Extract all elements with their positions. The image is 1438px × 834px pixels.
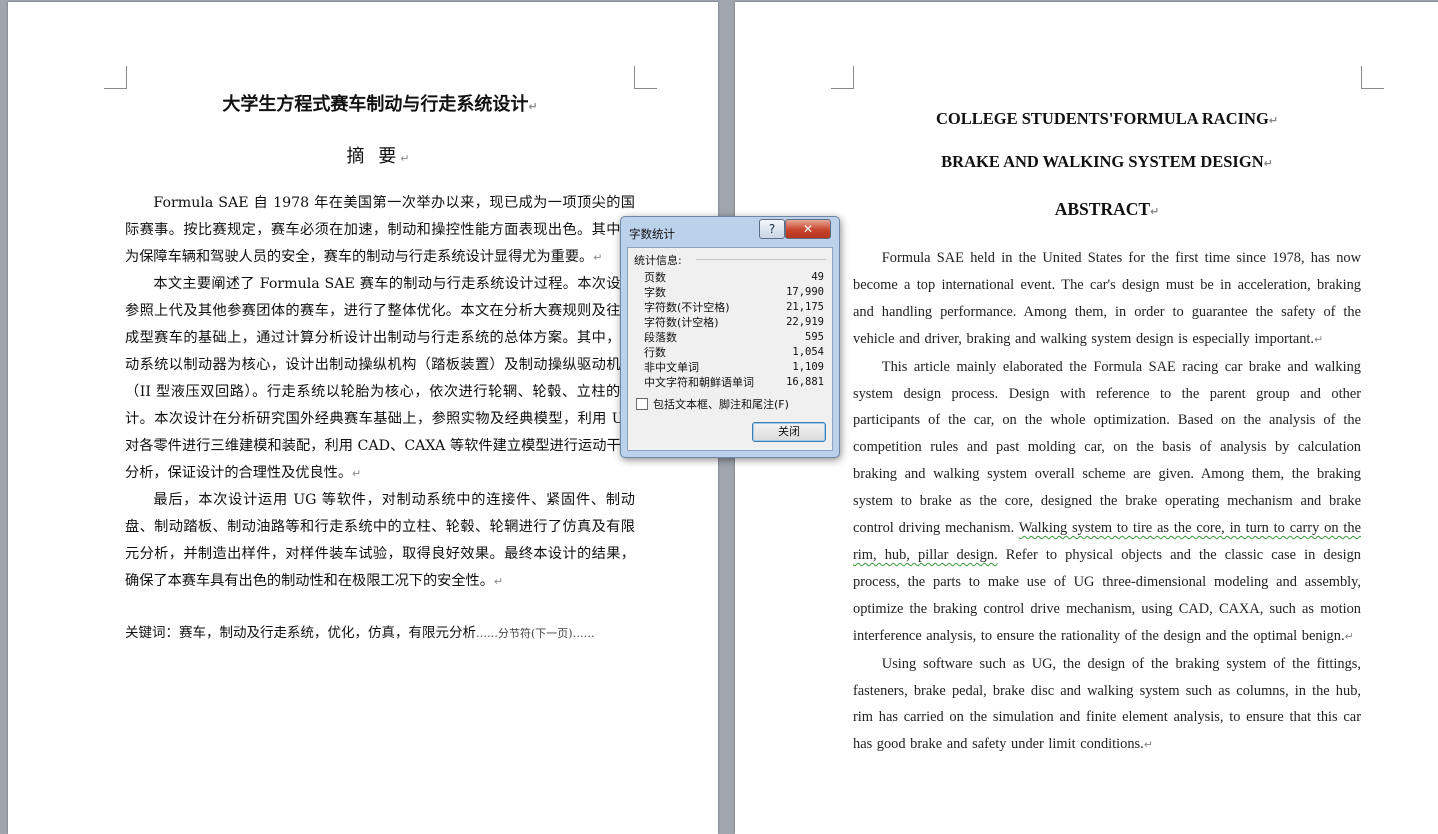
include-textboxes-checkbox[interactable] bbox=[636, 398, 648, 410]
close-icon: ✕ bbox=[802, 222, 814, 236]
chinese-keywords: 关键词：赛车，制动及行走系统，优化，仿真，有限元分析……分节符(下一页)…… bbox=[125, 625, 595, 641]
stat-row-pages: 页数 49 bbox=[644, 271, 824, 284]
crop-mark-top-left bbox=[104, 66, 127, 89]
help-icon: ? bbox=[768, 222, 776, 236]
document-page-left: 大学生方程式赛车制动与行走系统设计↵ 摘 要↵ Formula SAE 自 19… bbox=[8, 2, 718, 834]
statistics-group-label: 统计信息: bbox=[634, 254, 682, 267]
english-abstract[interactable]: COLLEGE STUDENTS'FORMULA RACING↵ BRAKE A… bbox=[853, 98, 1361, 759]
stat-row-chars-with-spaces: 字符数(计空格) 22,919 bbox=[644, 316, 824, 329]
close-window-button[interactable]: ✕ bbox=[785, 219, 831, 239]
close-button[interactable]: 关闭 bbox=[752, 422, 826, 442]
chinese-paragraph-1: Formula SAE 自 1978 年在美国第一次举办以来，现已成为一项顶尖的… bbox=[125, 195, 635, 265]
crop-mark-top-right bbox=[634, 66, 657, 89]
chinese-title: 大学生方程式赛车制动与行走系统设计↵ bbox=[222, 94, 538, 115]
stat-row-chars-no-spaces: 字符数(不计空格) 21,175 bbox=[644, 301, 824, 314]
english-abstract-heading: ABSTRACT↵ bbox=[1054, 199, 1160, 219]
crop-mark-top-right bbox=[1361, 66, 1384, 89]
dialog-title: 字数统计 bbox=[629, 227, 675, 241]
stat-row-non-chinese-words: 非中文单词 1,109 bbox=[644, 361, 824, 374]
statistics-list: 页数 49 字数 17,990 字符数(不计空格) 21,175 字符数(计空格) 22… bbox=[644, 270, 824, 390]
group-divider bbox=[696, 259, 826, 260]
chinese-abstract-heading: 摘 要↵ bbox=[346, 146, 414, 167]
dialog-titlebar[interactable]: 字数统计 ? ✕ bbox=[621, 217, 839, 247]
help-button[interactable]: ? bbox=[759, 219, 785, 239]
chinese-paragraph-2: 本文主要阐述了 Formula SAE 赛车的制动与行走系统设计过程。本次设计参… bbox=[125, 276, 635, 481]
stat-row-words: 字数 17,990 bbox=[644, 286, 824, 299]
include-textboxes-option[interactable]: 包括文本框、脚注和尾注(F) bbox=[636, 396, 789, 412]
english-paragraph-1: Formula SAE held in the United States fo… bbox=[853, 250, 1361, 347]
word-count-dialog[interactable]: 字数统计 ? ✕ 统计信息: 页数 49 字数 17,990 字符数(不计空格) 21… bbox=[620, 216, 840, 458]
stat-row-lines: 行数 1,054 bbox=[644, 346, 824, 359]
english-title-line-2: BRAKE AND WALKING SYSTEM DESIGN↵ bbox=[941, 152, 1273, 171]
section-break-mark: ……分节符(下一页)…… bbox=[476, 627, 595, 640]
stat-row-paragraphs: 段落数 595 bbox=[644, 331, 824, 344]
english-paragraph-2: This article mainly elaborated the Formu… bbox=[853, 358, 1361, 644]
chinese-abstract[interactable]: 大学生方程式赛车制动与行走系统设计↵ 摘 要↵ Formula SAE 自 19… bbox=[125, 90, 635, 644]
include-textboxes-label: 包括文本框、脚注和尾注(F) bbox=[653, 398, 789, 411]
crop-mark-top-left bbox=[831, 66, 854, 89]
dialog-body: 统计信息: 页数 49 字数 17,990 字符数(不计空格) 21,175 字符数(… bbox=[627, 247, 833, 451]
stat-row-cjk-chars: 中文字符和朝鲜语单词 16,881 bbox=[644, 376, 824, 389]
english-title-line-1: COLLEGE STUDENTS'FORMULA RACING↵ bbox=[935, 109, 1279, 128]
document-page-right: COLLEGE STUDENTS'FORMULA RACING↵ BRAKE A… bbox=[735, 2, 1438, 834]
english-paragraph-3: Using software such as UG, the design of… bbox=[853, 655, 1361, 753]
chinese-paragraph-3: 最后，本次设计运用 UG 等软件，对制动系统中的连接件、紧固件、制动盘、制动踏板… bbox=[125, 492, 635, 589]
